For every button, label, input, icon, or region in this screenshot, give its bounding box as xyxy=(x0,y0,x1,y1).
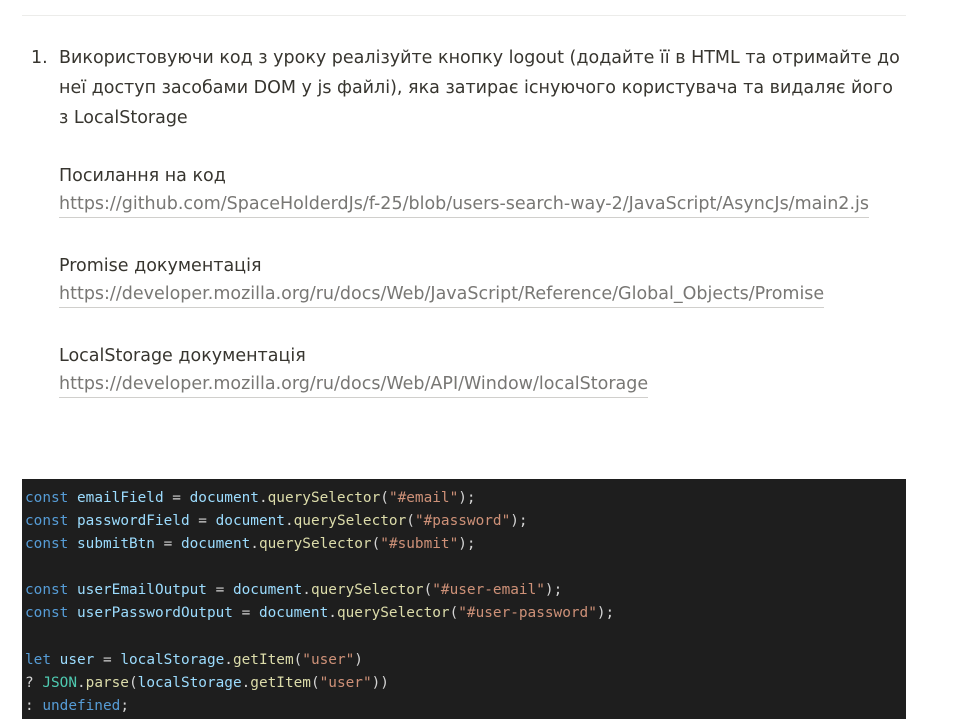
code-line: const userEmailOutput = document.querySe… xyxy=(25,582,563,599)
promise-docs-reference: Promise документація https://developer.m… xyxy=(59,251,825,308)
code-screenshot: const emailField = document.querySelecto… xyxy=(22,479,906,719)
code-line: const emailField = document.querySelecto… xyxy=(25,490,476,506)
localstorage-docs-link[interactable]: https://developer.mozilla.org/ru/docs/We… xyxy=(59,371,649,398)
code-reference: Посилання на код https://github.com/Spac… xyxy=(59,161,869,218)
promise-docs-label: Promise документація xyxy=(59,256,262,276)
code-line: const userPasswordOutput = document.quer… xyxy=(25,605,615,622)
list-number: 1. xyxy=(31,48,48,68)
localstorage-docs-label: LocalStorage документація xyxy=(59,346,306,366)
code-line: : undefined; xyxy=(25,697,129,714)
promise-docs-link[interactable]: https://developer.mozilla.org/ru/docs/We… xyxy=(59,281,825,308)
code-line: const submitBtn = document.querySelector… xyxy=(25,536,476,553)
code-reference-label: Посилання на код xyxy=(59,166,226,186)
code-reference-link[interactable]: https://github.com/SpaceHolderdJs/f-25/b… xyxy=(59,191,869,218)
code-line: ? JSON.parse(localStorage.getItem("user"… xyxy=(25,674,389,691)
top-divider xyxy=(22,15,906,16)
localstorage-docs-reference: LocalStorage документація https://develo… xyxy=(59,341,649,398)
task-description: Використовуючи код з уроку реалізуйте кн… xyxy=(59,48,900,128)
code-line: const passwordField = document.querySele… xyxy=(25,513,528,530)
code-line: let user = localStorage.getItem("user") xyxy=(25,651,363,668)
